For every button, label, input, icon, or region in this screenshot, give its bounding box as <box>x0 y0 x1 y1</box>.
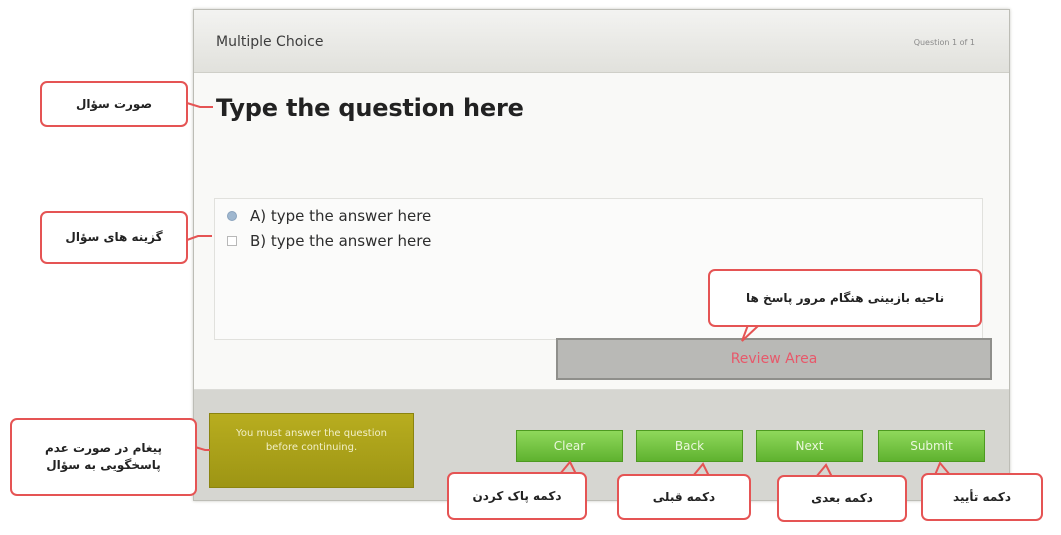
callout-line: پیغام در صورت عدم <box>44 441 163 455</box>
next-button-callout: دکمه بعدی <box>777 475 907 522</box>
callout-line: پاسخگویی به سؤال <box>46 458 161 472</box>
warning-callout-leader <box>194 446 210 451</box>
clear-button-callout: دکمه پاک کردن <box>447 472 587 520</box>
submit-button-callout: دکمه تأیید <box>921 473 1043 521</box>
answer-options-callout: گزینه های سؤال <box>40 211 188 264</box>
back-button-callout: دکمه قبلی <box>617 474 751 520</box>
warning-message-callout: پیغام در صورت عدم پاسخگویی به سؤال <box>10 418 197 496</box>
question-callout-leader <box>186 102 213 108</box>
question-text-callout: صورت سؤال <box>40 81 188 127</box>
review-area-callout: ناحیه بازبینی هنگام مرور پاسخ ها <box>708 269 982 327</box>
answers-callout-leader <box>186 235 212 241</box>
review-callout-leader <box>741 324 759 342</box>
